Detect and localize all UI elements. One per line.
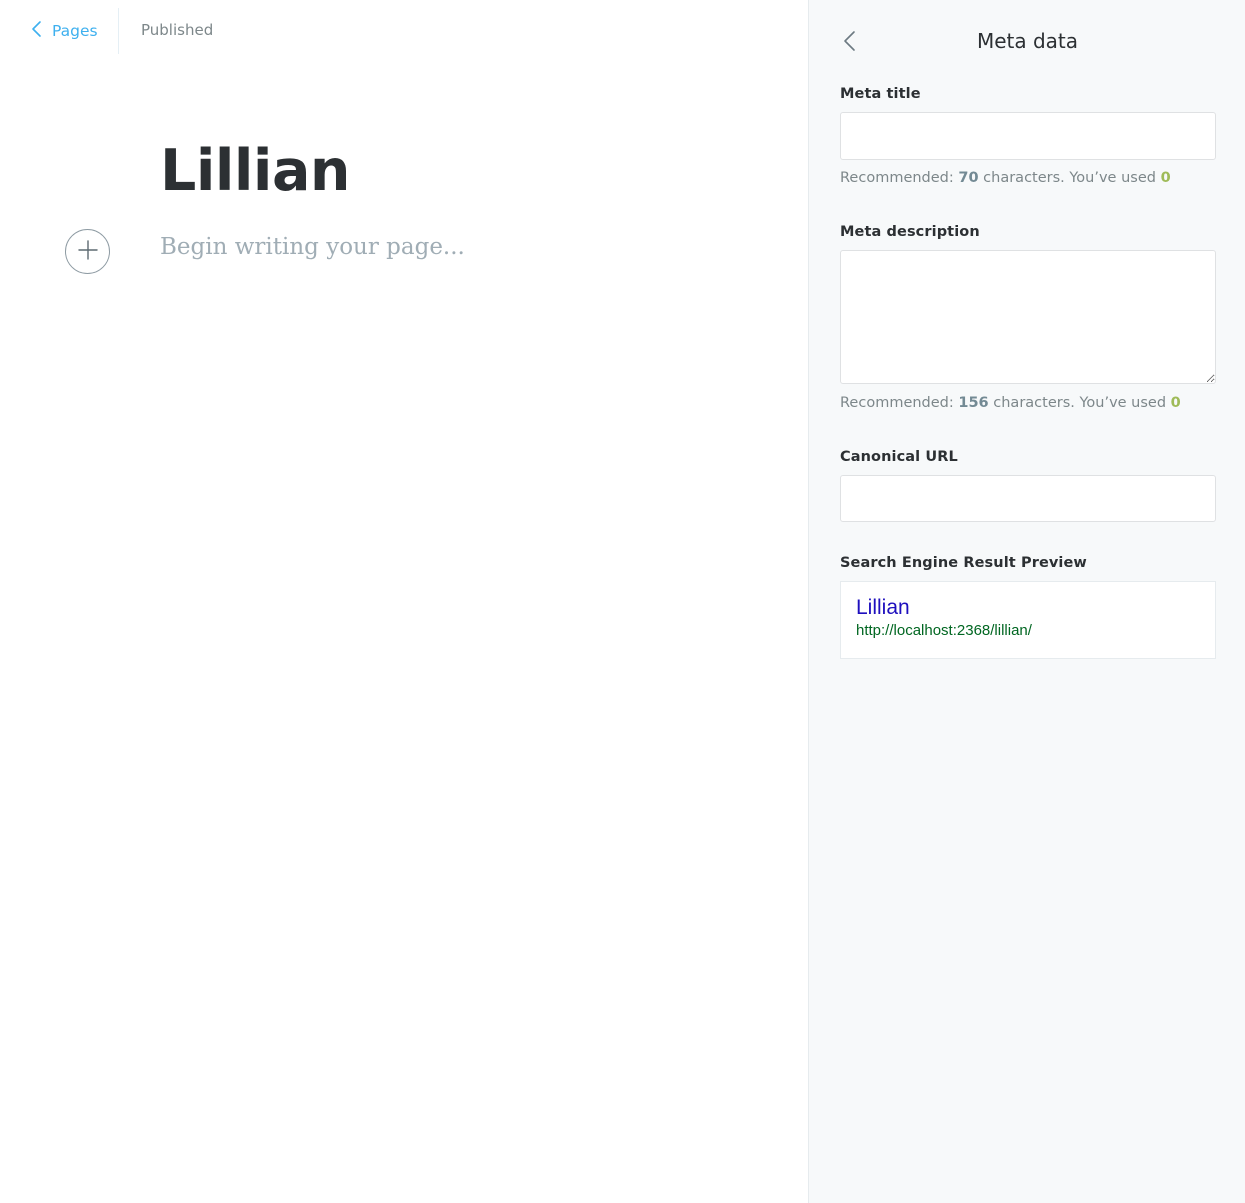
canonical-url-label: Canonical URL	[840, 449, 958, 465]
hint-prefix: Recommended:	[840, 395, 959, 411]
serp-preview-card: Lillian http://localhost:2368/lillian/	[840, 581, 1216, 659]
meta-title-input[interactable]	[840, 112, 1216, 160]
meta-data-panel: Meta data Meta title Recommended: 70 cha…	[808, 0, 1245, 1203]
serp-preview-url: http://localhost:2368/lillian/	[856, 622, 1032, 639]
add-card-button[interactable]	[65, 229, 110, 274]
hint-middle: characters. You’ve used	[988, 395, 1171, 411]
hint-middle: characters. You’ve used	[978, 170, 1161, 186]
meta-description-textarea[interactable]	[840, 250, 1216, 384]
back-to-pages-link[interactable]: Pages	[30, 20, 98, 42]
recommended-count: 70	[958, 170, 979, 186]
meta-description-hint: Recommended: 156 characters. You’ve used…	[840, 395, 1181, 411]
serp-preview-title: Lillian	[856, 596, 910, 619]
meta-title-hint: Recommended: 70 characters. You’ve used …	[840, 170, 1171, 186]
serp-preview-label: Search Engine Result Preview	[840, 555, 1087, 571]
topbar-divider	[118, 8, 119, 54]
editor-topbar: Pages Published	[0, 0, 808, 62]
chevron-left-icon	[30, 20, 44, 42]
panel-title: Meta data	[976, 29, 1079, 53]
page-title[interactable]: Lillian	[160, 138, 351, 204]
meta-title-label: Meta title	[840, 86, 921, 102]
canonical-url-input[interactable]	[840, 475, 1216, 522]
hint-prefix: Recommended:	[840, 170, 959, 186]
publish-status: Published	[141, 21, 214, 39]
used-count: 0	[1160, 170, 1171, 186]
used-count: 0	[1170, 395, 1181, 411]
page-body-editor[interactable]: Begin writing your page...	[160, 234, 465, 260]
recommended-count: 156	[958, 395, 989, 411]
meta-description-label: Meta description	[840, 224, 980, 240]
back-to-pages-label: Pages	[52, 22, 98, 40]
editor-pane: Pages Published Lillian Begin writing yo…	[0, 0, 808, 1203]
plus-icon	[77, 239, 99, 265]
